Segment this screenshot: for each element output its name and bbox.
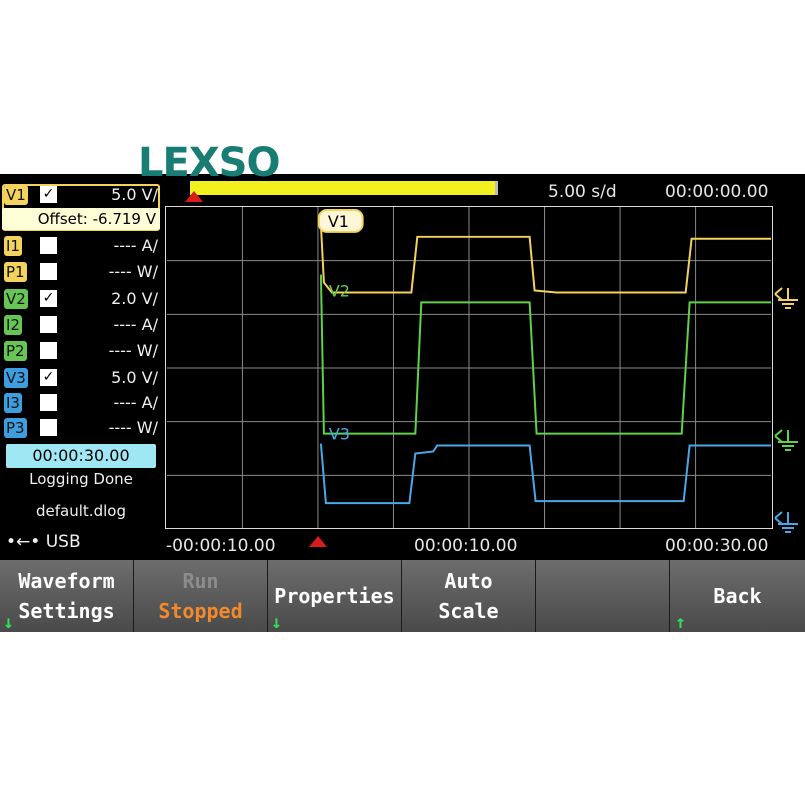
x-axis-label-left: -00:00:10.00	[166, 536, 276, 556]
usb-indicator: •←• USB	[6, 532, 81, 552]
trigger-marker-top	[185, 191, 203, 202]
blank-softkey[interactable]	[536, 560, 670, 632]
watermark-logo: LEXSO	[138, 140, 280, 186]
channel-tag: V1	[4, 185, 28, 205]
channel-scale: ---- A/	[113, 315, 158, 334]
waveform-plot[interactable]: V1 V2 V3	[165, 206, 773, 529]
trace-v3	[319, 443, 772, 505]
softkey-label: Stopped	[158, 599, 243, 623]
trace-label-v2: V2	[329, 281, 350, 300]
channel-tag: P3	[4, 418, 27, 438]
ground-marker-v2[interactable]	[774, 428, 802, 452]
usb-icon: •←•	[6, 532, 41, 552]
waveform-settings-softkey[interactable]: Waveform Settings ↓	[0, 560, 134, 632]
trace-label-v1: V1	[328, 212, 349, 231]
arrow-up-icon: ↑	[675, 612, 686, 633]
back-softkey[interactable]: Back ↑	[670, 560, 805, 632]
ground-marker-v3[interactable]	[774, 510, 802, 534]
channel-scale: 5.0 V/	[111, 185, 158, 204]
channel-row-i1[interactable]: I1 ---- A/	[2, 235, 162, 259]
trace-v1	[319, 224, 772, 294]
channel-tag: P1	[4, 262, 27, 282]
arrow-down-icon: ↓	[3, 612, 14, 633]
channel-checkbox[interactable]	[40, 263, 57, 280]
x-axis-label-center: 00:00:10.00	[414, 536, 518, 556]
channel-row-p3[interactable]: P3 ---- W/	[2, 417, 162, 441]
usb-label: USB	[45, 532, 81, 552]
channel-checkbox[interactable]: ✓	[40, 186, 57, 203]
channel-checkbox[interactable]	[40, 394, 57, 411]
softkey-label: Settings	[18, 599, 115, 623]
log-filename: default.dlog	[36, 502, 126, 520]
channel-tag: I1	[4, 236, 22, 256]
softkey-label: Scale	[438, 599, 499, 623]
auto-scale-softkey[interactable]: Auto Scale	[402, 560, 536, 632]
channel-tag: I2	[4, 315, 22, 335]
channel-scale: ---- W/	[108, 262, 158, 281]
channel-checkbox[interactable]	[40, 342, 57, 359]
offset-readout: Offset: -6.719 V	[2, 208, 160, 230]
ground-marker-v1[interactable]	[774, 286, 802, 310]
x-axis-label-right: 00:00:30.00	[665, 536, 769, 556]
channel-checkbox[interactable]	[40, 316, 57, 333]
channel-row-i2[interactable]: I2 ---- A/	[2, 314, 162, 338]
channel-row-v2[interactable]: V2 ✓ 2.0 V/	[2, 288, 162, 312]
channel-checkbox[interactable]	[40, 419, 57, 436]
trace-v2	[319, 274, 772, 435]
channel-tag: I3	[4, 393, 22, 413]
channel-checkbox[interactable]: ✓	[40, 290, 57, 307]
channel-scale: ---- W/	[108, 341, 158, 360]
channel-checkbox[interactable]: ✓	[40, 369, 57, 386]
channel-scale: 5.0 V/	[111, 368, 158, 387]
channel-row-i3[interactable]: I3 ---- A/	[2, 392, 162, 416]
softkey-label: Auto	[444, 569, 493, 593]
trace-label-v3: V3	[329, 425, 350, 444]
instrument-screen: 5.00 s/d 00:00:00.00 V1 ✓ 5.0 V/ Offset:…	[0, 174, 805, 632]
time-per-division: 5.00 s/d	[548, 182, 617, 202]
trigger-marker-bottom	[309, 536, 327, 547]
channel-row-v1[interactable]: V1 ✓ 5.0 V/	[2, 184, 162, 208]
softkey-label: Run	[182, 569, 219, 593]
properties-softkey[interactable]: Properties ↓	[268, 560, 402, 632]
softkey-label: Properties	[274, 584, 395, 608]
channel-tag: V2	[4, 289, 28, 309]
channel-scale: ---- W/	[108, 418, 158, 437]
softkey-bar: Waveform Settings ↓ Run Stopped Properti…	[0, 560, 805, 632]
channel-scale: 2.0 V/	[111, 289, 158, 308]
arrow-down-icon: ↓	[271, 612, 282, 633]
channel-tag: P2	[4, 341, 27, 361]
channel-row-v3[interactable]: V3 ✓ 5.0 V/	[2, 367, 162, 391]
logging-status: Logging Done	[29, 470, 133, 488]
clock-readout: 00:00:00.00	[665, 182, 769, 202]
softkey-label: Back	[713, 584, 762, 608]
run-stopped-softkey[interactable]: Run Stopped	[134, 560, 268, 632]
channel-scale: ---- A/	[113, 236, 158, 255]
logging-duration[interactable]: 00:00:30.00	[6, 444, 156, 468]
channel-row-p1[interactable]: P1 ---- W/	[2, 261, 162, 285]
timeline-bar-end	[495, 181, 498, 195]
channel-scale: ---- A/	[113, 393, 158, 412]
channel-row-p2[interactable]: P2 ---- W/	[2, 340, 162, 364]
softkey-label: Waveform	[18, 569, 115, 593]
channel-tag: V3	[4, 368, 28, 388]
grid	[166, 207, 772, 528]
channel-checkbox[interactable]	[40, 237, 57, 254]
